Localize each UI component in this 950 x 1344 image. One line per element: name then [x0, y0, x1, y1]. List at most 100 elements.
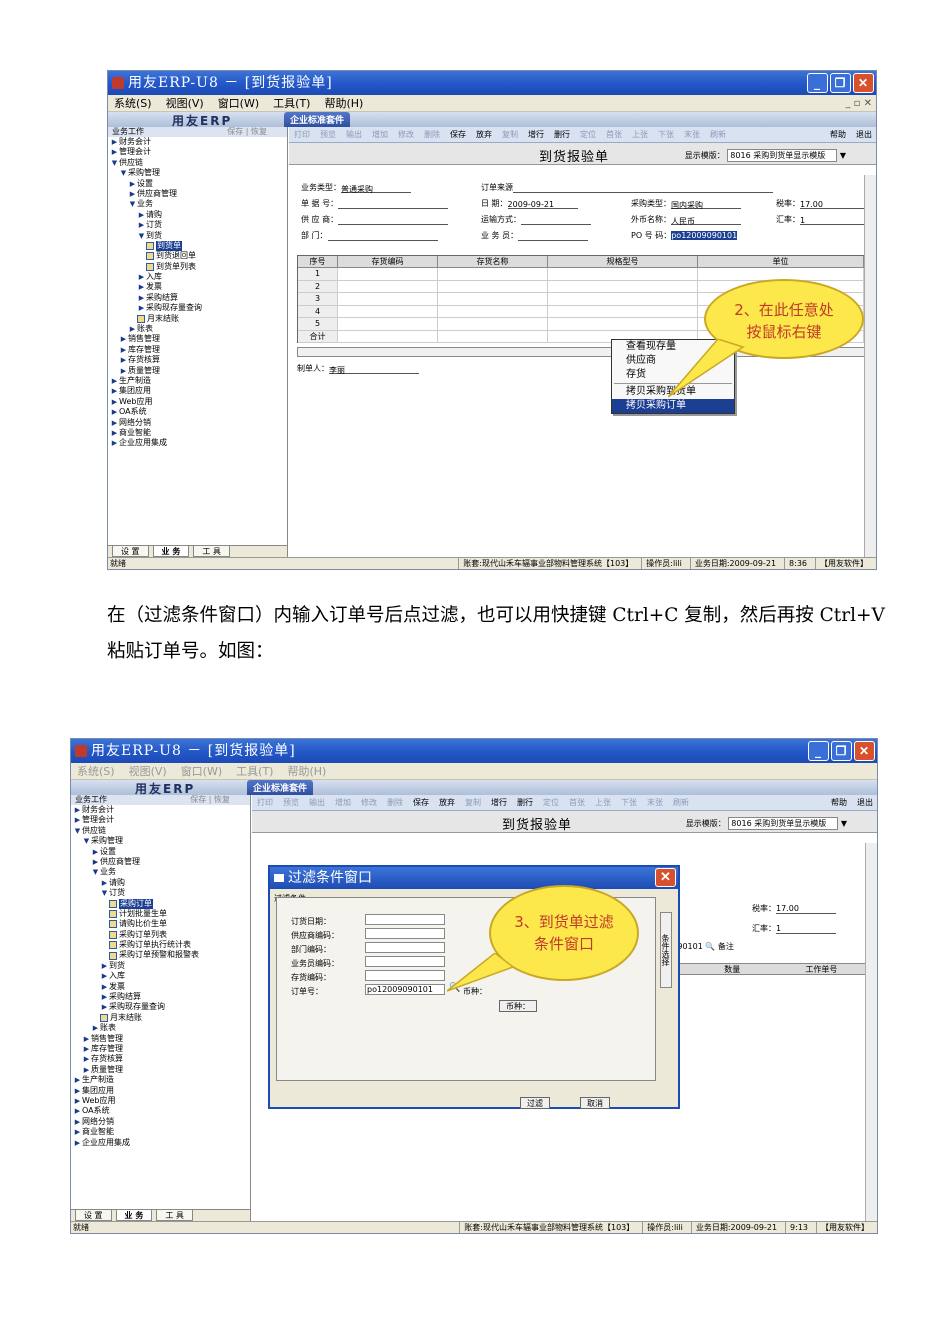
collapsed-icon[interactable]: ▶: [119, 366, 128, 376]
toolbar-button[interactable]: 末张: [644, 797, 666, 808]
tree-node[interactable]: ▼ 订货: [71, 888, 250, 898]
menu-system[interactable]: 系统(S): [114, 95, 152, 111]
value[interactable]: [338, 216, 449, 225]
collapsed-icon[interactable]: ▶: [137, 293, 146, 303]
toolbar-button[interactable]: 末张: [681, 129, 703, 140]
tree-node[interactable]: ▶ 采购结算: [71, 992, 250, 1002]
value[interactable]: 国内采购: [671, 200, 741, 210]
table-cell[interactable]: [338, 293, 438, 305]
collapsed-icon[interactable]: ▶: [137, 210, 146, 220]
toolbar-button[interactable]: 放弃: [473, 129, 495, 140]
collapsed-icon[interactable]: ▶: [110, 397, 119, 407]
tree-node[interactable]: ▶ 发票: [71, 982, 250, 992]
collapsed-icon[interactable]: ▶: [100, 878, 109, 888]
tree-node[interactable]: ▶ 供应商管理: [71, 857, 250, 867]
menu-system[interactable]: 系统(S): [77, 763, 115, 779]
table-cell[interactable]: [338, 330, 438, 342]
exit-button[interactable]: 退出: [857, 797, 873, 808]
collapsed-icon[interactable]: ▶: [73, 1086, 82, 1096]
menu-tools[interactable]: 工具(T): [273, 95, 310, 111]
tree-node[interactable]: ▶ 集团应用: [108, 386, 287, 396]
expanded-icon[interactable]: ▼: [91, 867, 100, 877]
collapsed-icon[interactable]: ▶: [100, 992, 109, 1002]
tree-node[interactable]: ▶ 到货: [71, 961, 250, 971]
value[interactable]: 17.00: [800, 200, 870, 209]
search-icon[interactable]: 🔍: [705, 942, 715, 951]
sidebar-tools[interactable]: 保存 | 恢复: [227, 127, 267, 137]
tree-node[interactable]: ▶ 请购: [108, 210, 287, 220]
table-cell[interactable]: [548, 305, 698, 317]
tab-settings[interactable]: 设 置: [75, 1210, 112, 1221]
template-select[interactable]: 8016 采购到货单显示模版: [728, 817, 839, 830]
field-purchase-type[interactable]: 采购类型：国内采购: [631, 198, 741, 210]
expanded-icon[interactable]: ▼: [119, 168, 128, 178]
dialog-close-button[interactable]: ✕: [655, 868, 676, 887]
tree-node[interactable]: ▶ 企业应用集成: [108, 438, 287, 448]
tree-node[interactable]: ▶ 集团应用: [71, 1086, 250, 1096]
vendor-code-input[interactable]: [365, 928, 445, 939]
condition-select-tab[interactable]: 条件选择: [660, 912, 672, 988]
tab-business[interactable]: 业 务: [115, 1210, 153, 1221]
toolbar-button[interactable]: 输出: [306, 797, 328, 808]
collapsed-icon[interactable]: ▶: [119, 355, 128, 365]
toolbar-button[interactable]: 删除: [421, 129, 443, 140]
tree-node[interactable]: ▶ 存货核算: [108, 355, 287, 365]
table-cell[interactable]: [548, 318, 698, 330]
toolbar-button[interactable]: 增加: [369, 129, 391, 140]
collapsed-icon[interactable]: ▶: [82, 1034, 91, 1044]
tree-node[interactable]: ▶ 发票: [108, 282, 287, 292]
menu-help[interactable]: 帮助(H): [324, 95, 363, 111]
collapsed-icon[interactable]: ▶: [128, 179, 137, 189]
value[interactable]: po12009090101: [671, 231, 738, 240]
close-button[interactable]: ✕: [853, 73, 874, 93]
tree-node[interactable]: ▶ 采购现存量查询: [108, 303, 287, 313]
toolbar-button[interactable]: 删除: [384, 797, 406, 808]
table-cell[interactable]: [438, 280, 548, 292]
template-selector[interactable]: 显示模版： 8016 采购到货单显示模版 ▼: [685, 149, 846, 162]
collapsed-icon[interactable]: ▶: [110, 147, 119, 157]
collapsed-icon[interactable]: ▶: [82, 1054, 91, 1064]
expanded-icon[interactable]: ▼: [73, 826, 82, 836]
field-shipping[interactable]: 运输方式：: [481, 214, 591, 225]
table-cell[interactable]: [338, 280, 438, 292]
tree-node[interactable]: ▶ 设置: [108, 179, 287, 189]
collapsed-icon[interactable]: ▶: [100, 961, 109, 971]
toolbar-button[interactable]: 下张: [655, 129, 677, 140]
suite-tab[interactable]: 企业标准套件: [247, 780, 314, 795]
tab-tools[interactable]: 工 具: [156, 1210, 193, 1221]
value[interactable]: 2009-09-21: [507, 200, 578, 209]
help-button[interactable]: 帮助: [830, 129, 846, 140]
help-button[interactable]: 帮助: [831, 797, 847, 808]
toolbar-button[interactable]: 定位: [577, 129, 599, 140]
collapsed-icon[interactable]: ▶: [73, 1106, 82, 1116]
toolbar-button[interactable]: 打印: [291, 129, 313, 140]
tree-node[interactable]: 采购订单预警和报警表: [71, 950, 250, 960]
value[interactable]: [521, 216, 591, 225]
table-cell[interactable]: [438, 330, 548, 342]
tree-node[interactable]: ▶ 设置: [71, 847, 250, 857]
collapsed-icon[interactable]: ▶: [110, 376, 119, 386]
dept-code-input[interactable]: [365, 942, 445, 953]
collapsed-icon[interactable]: ▶: [73, 1075, 82, 1085]
toolbar-button[interactable]: 刷新: [707, 129, 729, 140]
tree-node[interactable]: 月末结账: [71, 1013, 250, 1023]
field-staff[interactable]: 业 务 员：: [481, 230, 589, 241]
toolbar-button[interactable]: 删行: [551, 129, 573, 140]
collapsed-icon[interactable]: ▶: [100, 1002, 109, 1012]
cancel-button[interactable]: 取消: [580, 1097, 610, 1109]
toolbar-button[interactable]: 首张: [603, 129, 625, 140]
collapsed-icon[interactable]: ▶: [110, 418, 119, 428]
minimize-button[interactable]: _: [807, 73, 828, 93]
collapsed-icon[interactable]: ▶: [100, 982, 109, 992]
menu-window[interactable]: 窗口(W): [218, 95, 259, 111]
tree-node[interactable]: ▶ 供应商管理: [108, 189, 287, 199]
tree-node[interactable]: ▶ 请购: [71, 878, 250, 888]
toolbar-button[interactable]: 预览: [317, 129, 339, 140]
collapsed-icon[interactable]: ▶: [137, 272, 146, 282]
field-tax[interactable]: 税率：17.00: [776, 198, 870, 209]
field-order-source[interactable]: 订单来源: [481, 182, 773, 193]
collapsed-icon[interactable]: ▶: [73, 1096, 82, 1106]
field-dept[interactable]: 部 门：: [301, 230, 438, 241]
toolbar-button[interactable]: 放弃: [436, 797, 458, 808]
minimize-button[interactable]: _: [808, 741, 829, 761]
